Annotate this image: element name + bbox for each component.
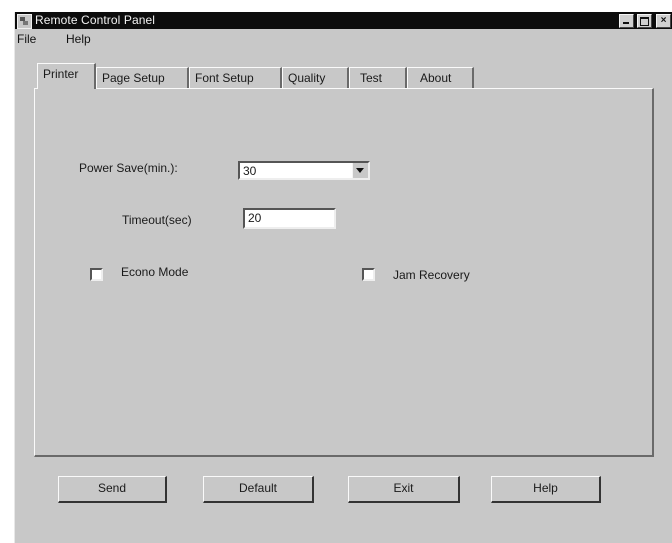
menu-bar: File Help	[15, 30, 672, 48]
send-button[interactable]: Send	[58, 476, 167, 503]
window-title: Remote Control Panel	[35, 13, 156, 27]
tab-quality[interactable]: Quality	[282, 67, 349, 88]
jam-recovery-checkbox[interactable]	[362, 268, 375, 281]
tab-about[interactable]: About	[407, 67, 474, 88]
econo-mode-checkbox[interactable]	[90, 268, 103, 281]
tab-test[interactable]: Test	[349, 67, 407, 88]
tab-page-setup[interactable]: Page Setup	[96, 67, 189, 88]
minimize-icon	[623, 22, 629, 24]
title-bar[interactable]: Remote Control Panel ×	[15, 12, 672, 29]
power-save-select[interactable]: 30	[238, 161, 370, 180]
timeout-label: Timeout(sec)	[122, 213, 192, 227]
minimize-button[interactable]	[619, 14, 634, 28]
econo-mode-label: Econo Mode	[121, 265, 189, 279]
chevron-down-icon[interactable]	[352, 163, 368, 178]
maximize-icon	[640, 17, 649, 26]
close-icon: ×	[660, 15, 667, 26]
tab-font-setup[interactable]: Font Setup	[189, 67, 282, 88]
close-button[interactable]: ×	[656, 14, 671, 28]
maximize-button[interactable]	[637, 14, 652, 28]
jam-recovery-label: Jam Recovery	[393, 268, 470, 282]
tab-printer[interactable]: Printer	[37, 63, 96, 89]
exit-button[interactable]: Exit	[348, 476, 460, 503]
default-button[interactable]: Default	[203, 476, 314, 503]
help-button[interactable]: Help	[491, 476, 601, 503]
timeout-input[interactable]: 20	[243, 208, 336, 229]
power-save-label: Power Save(min.):	[79, 161, 178, 175]
menu-file[interactable]: File	[17, 32, 36, 46]
app-icon	[17, 14, 32, 29]
menu-help[interactable]: Help	[66, 32, 91, 46]
timeout-value: 20	[248, 211, 262, 225]
power-save-value: 30	[243, 164, 257, 178]
